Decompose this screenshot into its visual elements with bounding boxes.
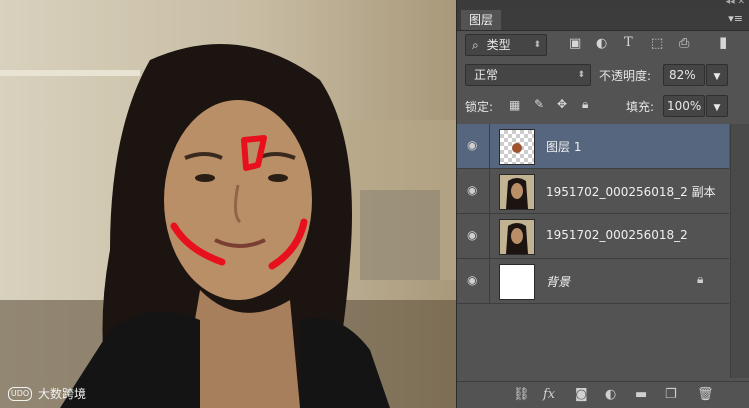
filter-kind-select[interactable]: ⌕ 类型 ⬍ [465,34,547,56]
chevron-updown-icon: ⬍ [533,40,541,50]
opacity-dropdown-button[interactable]: ▼ [706,64,728,86]
type-filter-icon[interactable]: T [624,35,633,50]
layers-panel: ◂◂ ✕ 图层 ▾≡ ⌕ 类型 ⬍ ▣ ◐ T ⬚ ⎙ ▮ 正常 ⬍ 不透明度:… [457,0,749,408]
layer-row[interactable]: ◉ 1951702_000256018_2 [457,214,729,259]
mask-icon[interactable]: ◙ [575,387,588,402]
layer-name[interactable]: 1951702_000256018_2 副本 [546,183,716,200]
divider [489,214,490,258]
blend-mode-select[interactable]: 正常 ⬍ [465,64,591,86]
watermark-text: 大数跨境 [38,387,87,401]
layer-row[interactable]: ◉ 1951702_000256018_2 副本 [457,169,729,214]
watermark-logo: ⁠UDO [8,386,32,401]
layer-thumbnail [499,219,535,255]
fx-icon[interactable]: fx [543,387,555,402]
panel-footer: ⛓ fx ◙ ◐ ▬ ❐ 🗑︎ [457,381,749,408]
lock-label: 锁定: [465,100,494,114]
eye-icon[interactable]: ◉ [467,138,477,152]
eye-icon[interactable]: ◉ [467,228,477,242]
filter-toggle-icon[interactable]: ▮ [719,33,727,51]
lock-all-icon[interactable]: 🔒︎ [582,97,588,112]
smart-object-filter-icon[interactable]: ⎙ [679,36,689,51]
filter-kind-label: 类型 [486,38,511,52]
adjustment-icon[interactable]: ◐ [605,387,616,402]
fill-field[interactable]: 100% [663,95,705,117]
lock-move-icon[interactable]: ✥ [557,97,567,111]
layer-name[interactable]: 图层 1 [546,138,581,155]
opacity-field[interactable]: 82% [663,64,705,86]
layer-row[interactable]: ◉ 背景 🔒︎ [457,259,729,304]
chevron-down-icon: ▼ [713,72,721,82]
adjustment-filter-icon[interactable]: ◐ [596,36,607,51]
panel-menu-icon[interactable]: ▾≡ [728,12,743,25]
fill-label: 填充: [626,100,655,114]
chevron-down-icon: ▼ [713,103,721,113]
opacity-label: 不透明度: [599,69,652,83]
eye-icon[interactable]: ◉ [467,273,477,287]
link-icon[interactable]: ⛓ [513,387,530,402]
layer-thumbnail [499,129,535,165]
tab-layers[interactable]: 图层 [461,10,502,30]
layer-thumb-art [512,143,522,153]
lock-icon: 🔒︎ [697,272,704,286]
folder-icon[interactable]: ▬ [635,387,647,402]
divider [489,124,490,168]
collapse-icon[interactable]: ◂◂ ✕ [726,0,745,7]
divider [489,259,490,303]
fill-dropdown-button[interactable]: ▼ [706,95,728,117]
canvas-photo: ⁠UDO 大数跨境 [0,0,456,408]
chevron-updown-icon: ⬍ [577,70,585,80]
trash-icon[interactable]: 🗑︎ [697,387,714,402]
layer-thumbnail [499,174,535,210]
panel-tabbar: 图层 ▾≡ [457,8,749,31]
layer-thumb-art [500,220,534,254]
layer-thumbnail [499,264,535,300]
divider [489,169,490,213]
eye-icon[interactable]: ◉ [467,183,477,197]
search-icon: ⌕ [472,38,479,52]
layer-name[interactable]: 1951702_000256018_2 [546,228,688,242]
fill-value: 100% [667,99,702,113]
panel-top-strip: ◂◂ ✕ [457,0,749,8]
layer-row[interactable]: ◉ 图层 1 [457,124,729,169]
opacity-value: 82% [669,68,696,82]
blend-mode-value: 正常 [474,68,499,82]
pixel-filter-icon[interactable]: ▣ [569,36,581,51]
portrait-image [0,0,456,408]
lock-paint-icon[interactable]: ✎ [534,97,544,111]
layers-list: ◉ 图层 1 ◉ 1951702_000256018_2 副本 ◉ 195170… [457,124,749,378]
layer-thumb-art [500,175,534,209]
shape-filter-icon[interactable]: ⬚ [651,36,663,51]
layer-name[interactable]: 背景 [546,273,570,290]
new-layer-icon[interactable]: ❐ [665,387,677,402]
lock-transparent-icon[interactable]: ▦ [509,98,520,112]
watermark: ⁠UDO 大数跨境 [8,385,86,402]
layers-scrollbar[interactable] [730,124,749,378]
